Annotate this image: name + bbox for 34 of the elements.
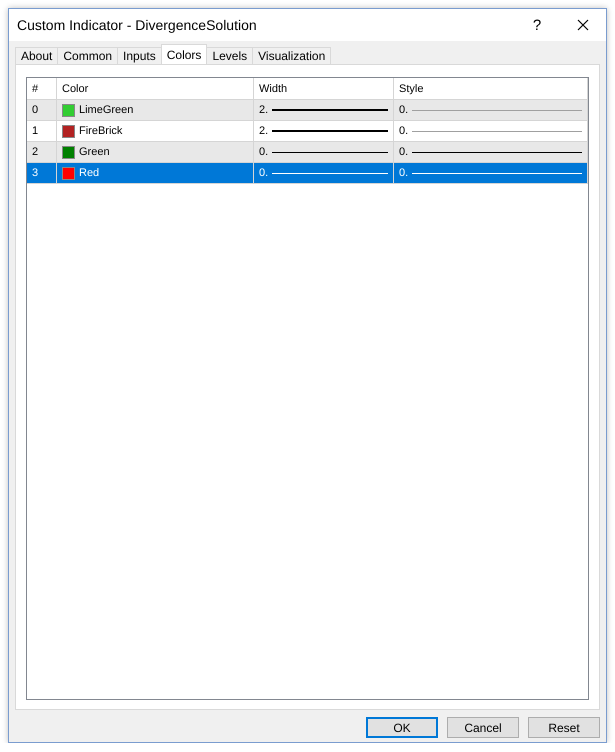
style-value: 0. xyxy=(399,125,408,137)
table-row[interactable]: 0 LimeGreen 2. 0. xyxy=(27,100,588,121)
dialog-button[interactable]: Reset xyxy=(528,717,600,738)
table-cell: 0 xyxy=(27,100,57,120)
tab[interactable]: Visualization xyxy=(252,47,332,64)
width-value: 0. xyxy=(259,167,268,179)
column-header: Style xyxy=(394,78,588,99)
tab[interactable]: About xyxy=(15,47,58,64)
window-title: Custom Indicator - DivergenceSolution xyxy=(17,17,258,33)
color-name: FireBrick xyxy=(79,125,122,137)
column-header: Width xyxy=(254,78,394,99)
width-value: 2. xyxy=(259,104,268,116)
help-button[interactable]: ? xyxy=(514,10,560,40)
color-name: Red xyxy=(79,167,100,179)
close-icon xyxy=(577,19,589,31)
table-cell: 2 xyxy=(27,142,57,162)
dialog-button[interactable]: OK xyxy=(366,717,438,738)
width-value: 2. xyxy=(259,125,268,137)
table-row[interactable]: 1 FireBrick 2. 0. xyxy=(27,121,588,142)
table-cell: 1 xyxy=(27,121,57,141)
color-name: Green xyxy=(79,146,110,158)
table-row[interactable]: 3 Red 0. 0. xyxy=(27,163,588,184)
tab[interactable]: Colors xyxy=(160,44,208,64)
color-name: LimeGreen xyxy=(79,104,134,116)
table-cell: 3 xyxy=(27,163,57,183)
style-value: 0. xyxy=(399,167,408,179)
column-header: Color xyxy=(57,78,254,99)
dialog-button[interactable]: Cancel xyxy=(447,717,519,738)
style-value: 0. xyxy=(399,104,408,116)
table-row[interactable]: 2 Green 0. 0. xyxy=(27,142,588,163)
width-value: 0. xyxy=(259,146,268,158)
column-header: # xyxy=(27,78,57,99)
style-value: 0. xyxy=(399,146,408,158)
tab[interactable]: Inputs xyxy=(117,47,162,64)
